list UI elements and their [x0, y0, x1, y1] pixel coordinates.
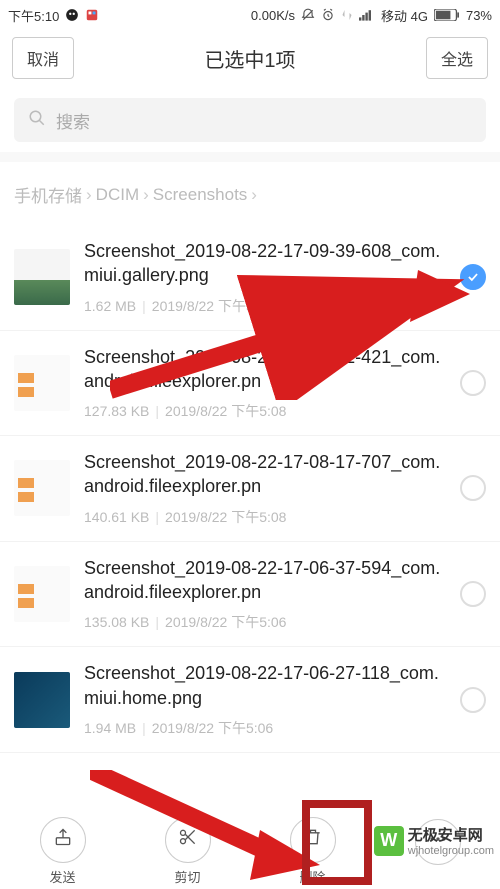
- file-meta: 127.83 KB|2019/8/22 下午5:08: [84, 401, 450, 421]
- file-item[interactable]: Screenshot_2019-08-22-17-08-17-707_com.a…: [0, 436, 500, 542]
- file-checkbox[interactable]: [460, 475, 486, 501]
- search-icon: [28, 109, 46, 132]
- crumb-root[interactable]: 手机存储: [14, 182, 82, 207]
- search-placeholder: 搜索: [56, 108, 90, 133]
- file-item[interactable]: Screenshot_2019-08-22-17-09-39-608_com.m…: [0, 225, 500, 331]
- crumb-screenshots[interactable]: Screenshots: [153, 185, 248, 205]
- signal-icon: [359, 9, 375, 21]
- chevron-right-icon: ›: [143, 185, 149, 205]
- search-wrap: 搜索: [0, 86, 500, 152]
- file-meta: 1.94 MB|2019/8/22 下午5:06: [84, 718, 450, 738]
- select-all-button[interactable]: 全选: [426, 37, 488, 79]
- selection-header: 取消 已选中1项 全选: [0, 30, 500, 86]
- watermark-name: 无极安卓网: [408, 824, 494, 845]
- mute-icon: [301, 8, 315, 22]
- file-thumbnail: [14, 566, 70, 622]
- file-meta: 140.61 KB|2019/8/22 下午5:08: [84, 507, 450, 527]
- file-thumbnail: [14, 672, 70, 728]
- share-icon: [53, 827, 73, 852]
- data-icon: [341, 8, 353, 22]
- qq-icon: [65, 8, 79, 22]
- file-meta: 135.08 KB|2019/8/22 下午5:06: [84, 612, 450, 632]
- file-list: Screenshot_2019-08-22-17-09-39-608_com.m…: [0, 225, 500, 753]
- file-thumbnail: [14, 460, 70, 516]
- watermark-logo: W: [374, 826, 404, 856]
- file-checkbox[interactable]: [460, 264, 486, 290]
- delete-button[interactable]: 删除: [290, 817, 336, 886]
- battery-pct: 73%: [466, 8, 492, 23]
- file-item[interactable]: Screenshot_2019-08-22-17-08-22-421_com.a…: [0, 331, 500, 437]
- carrier: 移动 4G: [381, 6, 428, 25]
- file-meta: 1.62 MB|2019/8/22 下午5:09: [84, 296, 450, 316]
- breadcrumb: 手机存储 › DCIM › Screenshots ›: [0, 152, 500, 225]
- file-thumbnail: [14, 249, 70, 305]
- chevron-right-icon: ›: [86, 185, 92, 205]
- cut-button[interactable]: 剪切: [165, 817, 211, 886]
- alarm-icon: [321, 8, 335, 22]
- file-name: Screenshot_2019-08-22-17-06-37-594_com.a…: [84, 556, 450, 605]
- file-thumbnail: [14, 355, 70, 411]
- crumb-dcim[interactable]: DCIM: [96, 185, 139, 205]
- file-name: Screenshot_2019-08-22-17-08-17-707_com.a…: [84, 450, 450, 499]
- status-time: 下午5:10: [8, 6, 59, 25]
- file-item[interactable]: Screenshot_2019-08-22-17-06-37-594_com.a…: [0, 542, 500, 648]
- send-button[interactable]: 发送: [40, 817, 86, 886]
- watermark: W 无极安卓网 wjhotelgroup.com: [374, 824, 494, 857]
- file-name: Screenshot_2019-08-22-17-09-39-608_com.m…: [84, 239, 450, 288]
- net-speed: 0.00K/s: [251, 8, 295, 23]
- file-checkbox[interactable]: [460, 370, 486, 396]
- battery-icon: [434, 9, 460, 21]
- file-checkbox[interactable]: [460, 687, 486, 713]
- scissors-icon: [178, 827, 198, 852]
- watermark-url: wjhotelgroup.com: [408, 845, 494, 857]
- file-checkbox[interactable]: [460, 581, 486, 607]
- chevron-right-icon: ›: [251, 185, 257, 205]
- header-title: 已选中1项: [74, 44, 426, 73]
- file-name: Screenshot_2019-08-22-17-08-22-421_com.a…: [84, 345, 450, 394]
- trash-icon: [303, 827, 323, 852]
- cancel-button[interactable]: 取消: [12, 37, 74, 79]
- search-input[interactable]: 搜索: [14, 98, 486, 142]
- status-bar: 下午5:10 0.00K/s 移动 4G 73%: [0, 0, 500, 30]
- file-name: Screenshot_2019-08-22-17-06-27-118_com.m…: [84, 661, 450, 710]
- file-item[interactable]: Screenshot_2019-08-22-17-06-27-118_com.m…: [0, 647, 500, 753]
- app-icon: [85, 8, 99, 22]
